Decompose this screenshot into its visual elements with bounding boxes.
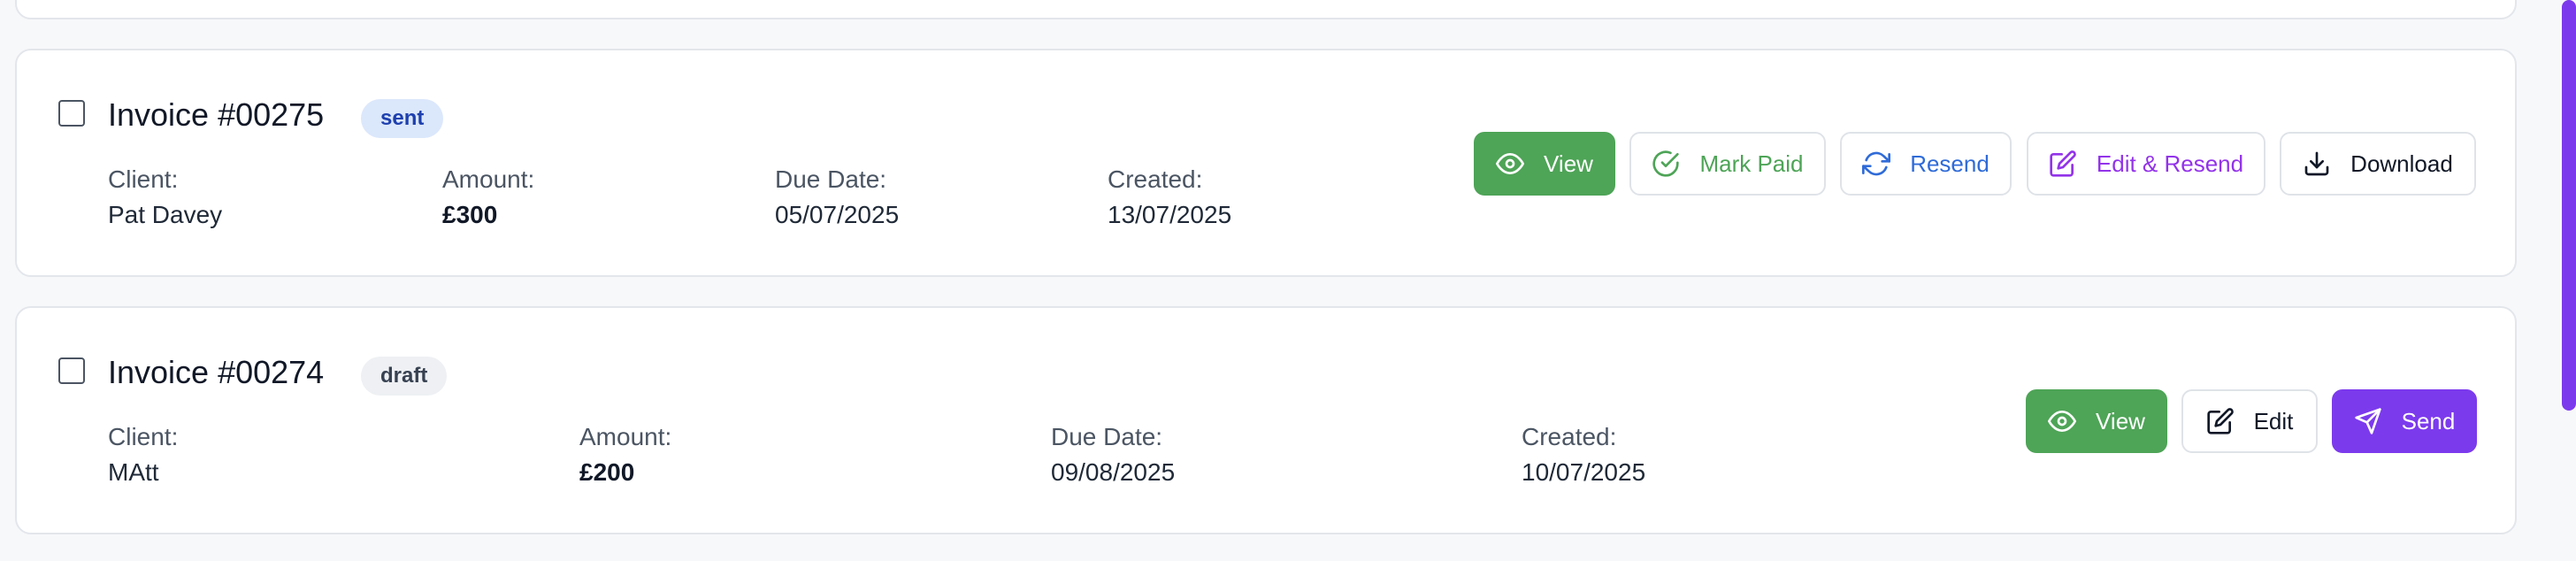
edit-button[interactable]: Edit <box>2181 389 2318 453</box>
invoice-card: Invoice #00274 draft Client: MAtt Amount… <box>15 306 2517 534</box>
view-button-label: View <box>1544 150 1593 177</box>
view-button-label: View <box>2096 407 2145 434</box>
created-label: Created: <box>1108 165 1203 193</box>
client-label: Client: <box>108 423 179 450</box>
refresh-icon <box>1862 151 1891 176</box>
amount-field: Amount: £200 <box>579 423 671 487</box>
eye-icon <box>1496 153 1525 174</box>
client-field: Client: MAtt <box>108 423 178 487</box>
due-date-label: Due Date: <box>1051 423 1163 450</box>
invoice-card: Invoice #00275 sent Client: Pat Davey Am… <box>15 49 2517 277</box>
invoice-title: Invoice #00274 <box>108 354 325 390</box>
scrollbar-thumb[interactable] <box>2562 0 2576 411</box>
amount-label: Amount: <box>442 165 535 193</box>
resend-button-label: Resend <box>1910 150 1990 177</box>
due-date-value: 09/08/2025 <box>1051 458 1176 486</box>
download-button[interactable]: Download <box>2280 132 2476 196</box>
invoice-title: Invoice #00275 <box>108 96 325 133</box>
select-checkbox[interactable] <box>58 100 85 127</box>
select-checkbox[interactable] <box>58 357 85 384</box>
client-label: Client: <box>108 165 179 193</box>
amount-field: Amount: £300 <box>442 165 534 229</box>
send-button-label: Send <box>2401 407 2456 434</box>
status-badge: draft <box>361 357 448 396</box>
download-icon <box>2304 151 2329 176</box>
mark-paid-button-label: Mark Paid <box>1699 150 1804 177</box>
check-circle-icon <box>1652 150 1680 177</box>
send-icon <box>2354 408 2381 434</box>
client-value: Pat Davey <box>108 201 223 228</box>
due-date-field: Due Date: 09/08/2025 <box>1051 423 1175 487</box>
resend-button[interactable]: Resend <box>1840 132 2012 196</box>
edit-resend-button[interactable]: Edit & Resend <box>2027 132 2266 196</box>
edit-icon <box>2206 408 2234 434</box>
due-date-value: 05/07/2025 <box>775 201 900 228</box>
client-field: Client: Pat Davey <box>108 165 222 229</box>
created-value: 13/07/2025 <box>1108 201 1232 228</box>
due-date-field: Due Date: 05/07/2025 <box>775 165 899 229</box>
edit-resend-button-label: Edit & Resend <box>2096 150 2244 177</box>
edit-button-label: Edit <box>2253 407 2294 434</box>
eye-icon <box>2048 411 2077 432</box>
invoice-card-previous <box>15 0 2517 19</box>
due-date-label: Due Date: <box>775 165 887 193</box>
created-field: Created: 13/07/2025 <box>1108 165 1231 229</box>
send-button[interactable]: Send <box>2332 389 2477 453</box>
amount-label: Amount: <box>579 423 672 450</box>
download-button-label: Download <box>2350 150 2453 177</box>
edit-icon <box>2050 150 2076 177</box>
created-label: Created: <box>1522 423 1617 450</box>
status-badge: sent <box>361 99 444 138</box>
created-value: 10/07/2025 <box>1522 458 1646 486</box>
view-button[interactable]: View <box>1474 132 1615 196</box>
client-value: MAtt <box>108 458 159 486</box>
view-button[interactable]: View <box>2026 389 2167 453</box>
amount-value: £300 <box>442 201 498 228</box>
amount-value: £200 <box>579 458 635 486</box>
created-field: Created: 10/07/2025 <box>1522 423 1645 487</box>
mark-paid-button[interactable]: Mark Paid <box>1629 132 1826 196</box>
